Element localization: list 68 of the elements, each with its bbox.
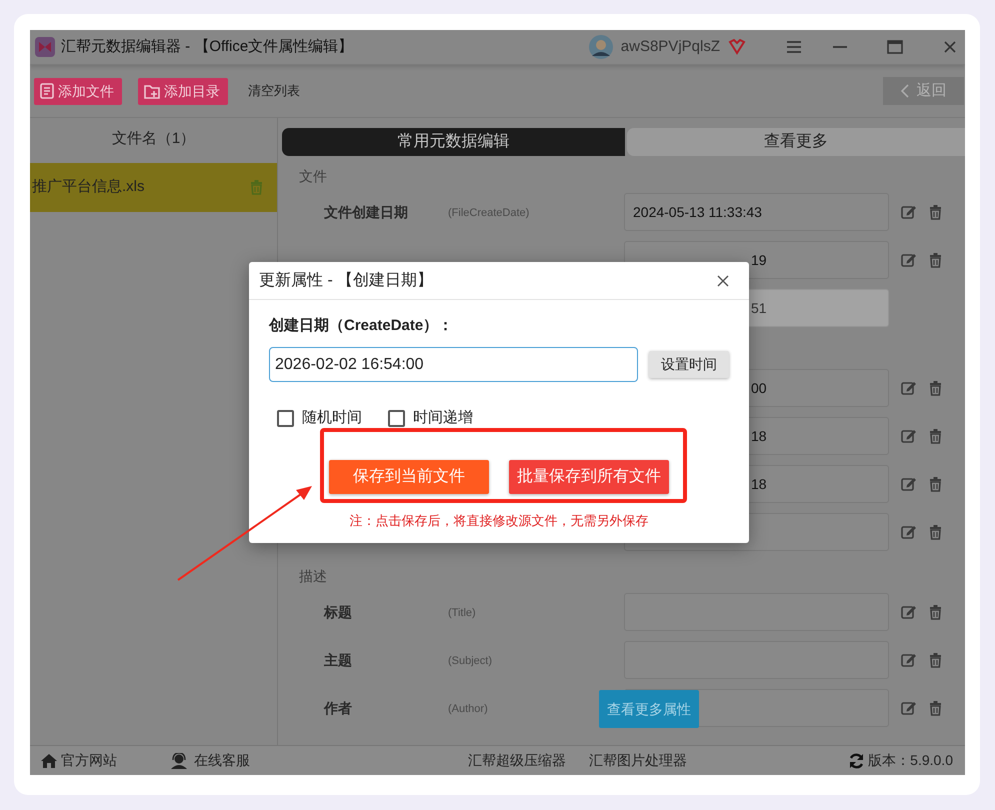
refresh-icon [848, 752, 866, 768]
set-time-button[interactable]: 设置时间 [649, 351, 729, 378]
version-label: 版本：5.9.0.0 [868, 751, 953, 770]
folder-plus-icon [144, 84, 160, 98]
save-button[interactable]: 保存到当前文件 [329, 460, 489, 494]
trash-icon[interactable] [929, 700, 942, 716]
document-icon [40, 83, 54, 99]
edit-icon[interactable] [901, 204, 917, 220]
username: awS8PVjPqlsZ [620, 36, 720, 57]
trash-icon[interactable] [929, 428, 942, 444]
edit-icon[interactable] [901, 428, 917, 444]
edit-icon[interactable] [901, 524, 917, 540]
trash-icon[interactable] [929, 524, 942, 540]
trash-icon[interactable] [929, 604, 942, 620]
dialog-title: 更新属性 - 【创建日期】 [259, 270, 434, 290]
edit-icon[interactable] [901, 652, 917, 668]
edit-icon[interactable] [901, 252, 917, 268]
more-properties-tooltip[interactable]: 查看更多属性 [599, 690, 699, 728]
date-field[interactable]: 2026-02-02 16:54:00 [269, 347, 638, 382]
option-label: 时间递增 [413, 408, 473, 428]
tab[interactable]: 常用元数据编辑 [282, 128, 626, 156]
value-field[interactable]: 2024-05-13 11:33:43 [624, 193, 889, 231]
footer-link[interactable]: 汇帮超级压缩器 [468, 750, 566, 771]
avatar-icon [588, 35, 613, 59]
home-icon [40, 752, 58, 768]
checkbox[interactable] [277, 410, 294, 426]
section-heading: 文件 [298, 167, 328, 186]
window-title: 汇帮元数据编辑器 - 【Office文件属性编辑】 [61, 36, 354, 57]
save-all-button[interactable]: 批量保存到所有文件 [509, 460, 669, 494]
property-label: 作者 [324, 698, 353, 718]
property-key: (Subject) [448, 655, 492, 667]
clear-list-button[interactable]: 清空列表 [244, 81, 304, 101]
footer-link[interactable]: 汇帮图片处理器 [589, 750, 687, 771]
chevron-left-icon [900, 84, 908, 98]
property-key: (FileCreateDate) [448, 207, 530, 219]
vip-icon [728, 39, 746, 55]
property-label: 文件创建日期 [324, 202, 409, 222]
option-label: 随机时间 [302, 408, 362, 428]
checkbox[interactable] [388, 410, 405, 426]
trash-icon[interactable] [929, 252, 942, 268]
close-icon[interactable] [943, 40, 957, 54]
trash-icon[interactable] [929, 204, 942, 220]
section-heading: 描述 [298, 567, 328, 586]
file-list-header: 文件名（1） [110, 128, 196, 149]
close-button[interactable] [717, 274, 729, 286]
property-key: (Title) [448, 607, 476, 619]
add-folder-button[interactable]: 添加目录 [138, 78, 228, 104]
maximize-icon[interactable] [887, 40, 903, 54]
note-text: 注：点击保存后，将直接修改源文件，无需另外保存 [348, 512, 650, 530]
edit-icon[interactable] [901, 476, 917, 492]
trash-icon[interactable] [929, 652, 942, 668]
edit-icon[interactable] [901, 604, 917, 620]
person-icon [170, 752, 188, 768]
property-label: 标题 [324, 602, 353, 622]
property-label: 主题 [324, 650, 353, 670]
field-label: 创建日期（CreateDate）： [269, 316, 454, 336]
menu-icon[interactable] [786, 40, 802, 54]
edit-icon[interactable] [901, 380, 917, 396]
footer-link[interactable]: 官方网站 [40, 750, 117, 771]
logo-icon [35, 37, 55, 57]
property-key: (Author) [448, 703, 488, 715]
trash-icon[interactable] [929, 380, 942, 396]
file-row[interactable]: 推广平台信息.xls [30, 163, 277, 212]
add-file-button[interactable]: 添加文件 [34, 78, 122, 104]
footer-link[interactable]: 在线客服 [170, 750, 250, 771]
tab[interactable]: 查看更多 [627, 128, 965, 156]
edit-icon[interactable] [901, 700, 917, 716]
trash-icon[interactable] [929, 476, 942, 492]
